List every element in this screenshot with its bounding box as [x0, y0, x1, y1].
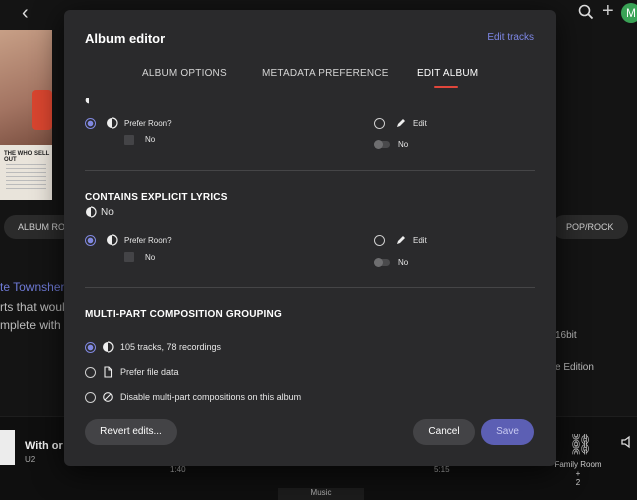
edit-option[interactable]: Edit [374, 234, 427, 246]
disabled-icon [102, 391, 114, 403]
prefer-roon-value: No [145, 135, 156, 144]
multipart-option-disable[interactable]: Disable multi-part compositions on this … [85, 391, 301, 403]
time-total: 5:15 [434, 465, 450, 474]
edit-option[interactable]: Edit [374, 117, 427, 129]
edition-info: xe Edition [550, 362, 594, 373]
dialog-title: Album editor [85, 31, 166, 46]
edit-value: No [398, 140, 409, 149]
prefer-roon-label: Prefer Roon? [124, 118, 172, 128]
album-cover: THE WHO SELL OUT [0, 30, 52, 200]
edit-label: Edit [413, 118, 427, 128]
edit-label: Edit [413, 235, 427, 245]
multipart-radio[interactable] [85, 341, 96, 353]
file-icon [102, 366, 114, 378]
roon-icon [106, 234, 118, 246]
zone-name[interactable]: Family Room + 2 [553, 460, 603, 487]
pencil-icon [395, 117, 407, 129]
time-elapsed: 1:40 [170, 465, 186, 474]
multipart-option-label: Prefer file data [120, 367, 179, 377]
revert-edits-button[interactable]: Revert edits... [85, 419, 177, 445]
tab-bar: ALBUM OPTIONS METADATA PREFERENCE EDIT A… [64, 68, 556, 88]
genre-tag[interactable]: POP/ROCK [552, 215, 628, 239]
explicit-current-value: No [85, 206, 114, 218]
album-editor-dialog: Album editor Edit tracks ALBUM OPTIONS M… [64, 10, 556, 466]
cover-can [32, 90, 52, 130]
explicit-lyrics-heading: CONTAINS EXPLICIT LYRICS [85, 192, 228, 203]
search-icon[interactable] [578, 4, 596, 22]
multipart-option-label: Disable multi-part compositions on this … [120, 392, 302, 402]
link-icon[interactable]: ⛓ [568, 432, 593, 457]
section-divider [85, 170, 535, 171]
volume-icon[interactable] [620, 434, 636, 454]
multipart-option-roon[interactable]: 105 tracks, 78 recordings [85, 341, 221, 353]
edit-radio[interactable] [374, 117, 385, 129]
edit-radio[interactable] [374, 234, 385, 246]
roon-icon [106, 117, 118, 129]
pencil-icon [395, 234, 407, 246]
edit-tracks-link[interactable]: Edit tracks [487, 32, 534, 43]
multipart-option-file[interactable]: Prefer file data [85, 366, 179, 378]
cover-text-lines [6, 164, 46, 192]
dialog-footer: Revert edits... Cancel Save [64, 410, 556, 466]
album-description: mplete with [0, 318, 61, 332]
format-info: 16bit [555, 330, 577, 341]
multipart-option-label: 105 tracks, 78 recordings [120, 342, 222, 352]
explicit-value-text: No [101, 206, 114, 218]
prefer-roon-checkbox[interactable] [124, 135, 134, 145]
now-playing-thumbnail[interactable] [0, 430, 15, 465]
now-playing-title[interactable]: With or [25, 440, 63, 452]
prefer-roon-option[interactable]: Prefer Roon? [85, 117, 172, 129]
multipart-radio[interactable] [85, 366, 96, 378]
roon-icon [85, 98, 93, 109]
prefer-roon-radio[interactable] [85, 234, 96, 246]
avatar[interactable]: M [621, 3, 637, 23]
active-tab-indicator [434, 86, 458, 88]
cancel-button[interactable]: Cancel [413, 419, 475, 445]
save-button[interactable]: Save [481, 419, 534, 445]
bottom-tab-music[interactable]: Music [278, 488, 364, 500]
edit-value: No [398, 258, 409, 267]
prefer-roon-checkbox[interactable] [124, 252, 134, 262]
multipart-radio[interactable] [85, 391, 96, 403]
roon-icon [85, 206, 97, 218]
back-icon[interactable]: ‹ [22, 2, 29, 25]
add-icon[interactable]: + [602, 0, 614, 23]
prefer-roon-label: Prefer Roon? [124, 235, 172, 245]
edit-toggle[interactable] [374, 258, 390, 267]
tab-edit-album[interactable]: EDIT ALBUM [417, 68, 478, 79]
section-divider [85, 287, 535, 288]
prefer-roon-value: No [145, 253, 156, 262]
edit-toggle[interactable] [374, 140, 390, 149]
edit-album-content: Prefer Roon? No Edit No CONTAINS EXPLICI… [64, 98, 556, 410]
now-playing-artist[interactable]: U2 [25, 455, 35, 464]
tab-album-options[interactable]: ALBUM OPTIONS [142, 68, 227, 79]
prefer-roon-radio[interactable] [85, 117, 96, 129]
prefer-roon-option[interactable]: Prefer Roon? [85, 234, 172, 246]
cover-title: THE WHO SELL OUT [4, 151, 50, 163]
roon-icon [102, 341, 114, 353]
tab-metadata-preference[interactable]: METADATA PREFERENCE [262, 68, 389, 79]
multipart-heading: MULTI-PART COMPOSITION GROUPING [85, 309, 282, 320]
artist-link[interactable]: te Townshen [0, 280, 67, 294]
album-description: rts that would [0, 300, 72, 314]
